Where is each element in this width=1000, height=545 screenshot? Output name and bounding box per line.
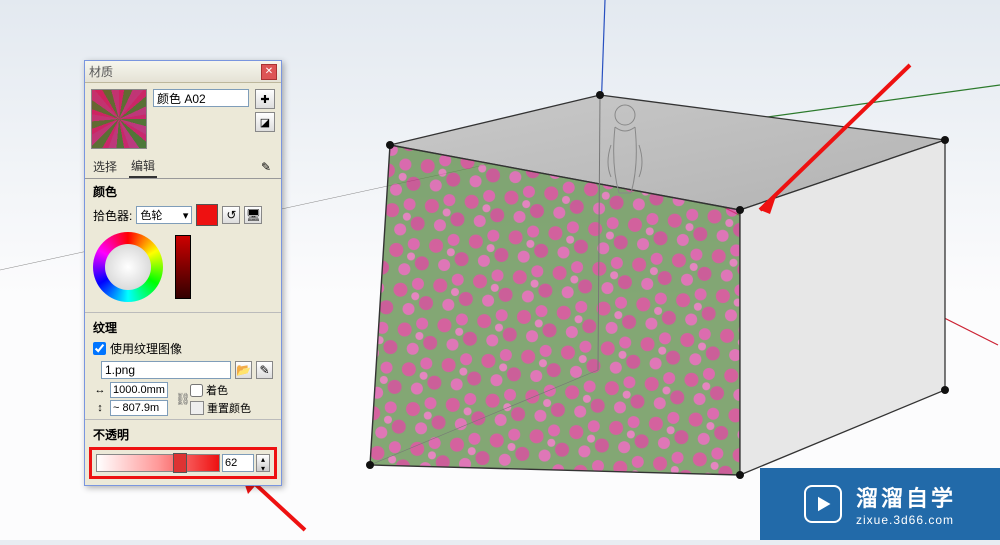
create-material-button[interactable]: ✚ [255,89,275,109]
match-screen-button[interactable]: 🖥 [244,206,262,224]
height-icon: ↕ [93,402,107,414]
value-slider[interactable] [175,235,191,299]
texture-height-input[interactable] [110,400,168,416]
reset-color-label: 重置颜色 [207,400,251,416]
texture-file-input[interactable] [101,361,231,379]
use-texture-label: 使用纹理图像 [110,340,182,357]
texture-heading: 纹理 [85,315,281,338]
spinner-down-icon[interactable]: ▾ [257,464,269,473]
browse-texture-button[interactable]: 📂 [235,361,252,379]
chevron-down-icon: ▾ [183,209,189,222]
opacity-slider-thumb[interactable] [173,453,187,473]
opacity-spinner[interactable]: ▴ ▾ [256,454,270,472]
colorize-checkbox[interactable] [190,384,203,397]
watermark: 溜溜自学 zixue.3d66.com [760,468,1000,540]
picker-label: 拾色器: [93,207,132,224]
picker-select[interactable]: 色轮 ▾ [136,206,192,224]
material-thumbnail[interactable] [91,89,147,149]
close-icon[interactable]: ✕ [261,64,277,80]
opacity-input[interactable] [222,454,254,472]
materials-panel: 材质 ✕ ✚ ◪ 选择 编辑 ✎ 颜色 拾色器: 色轮 ▾ ↺ 🖥 纹理 使用纹 [84,60,282,486]
width-icon: ↔ [93,384,107,396]
watermark-play-icon [804,485,842,523]
opacity-heading: 不透明 [85,422,281,445]
color-heading: 颜色 [85,179,281,202]
material-name-input[interactable] [153,89,249,107]
undo-color-button[interactable]: ↺ [222,206,240,224]
aspect-link-icon[interactable]: ⛓ [176,385,190,413]
colorize-label: 着色 [206,382,228,398]
spinner-up-icon[interactable]: ▴ [257,455,269,464]
reset-color-swatch[interactable] [190,401,204,415]
use-texture-checkbox[interactable] [93,342,106,355]
panel-titlebar[interactable]: 材质 ✕ [85,61,281,83]
tab-edit[interactable]: 编辑 [129,155,157,178]
tab-select[interactable]: 选择 [91,156,119,177]
texture-width-input[interactable] [110,382,168,398]
color-swatch[interactable] [196,204,218,226]
panel-title: 材质 [89,63,261,80]
watermark-brand: 溜溜自学 [856,481,956,513]
picker-select-value: 色轮 [140,207,162,223]
hue-wheel[interactable] [93,232,163,302]
watermark-url: zixue.3d66.com [856,513,954,527]
opacity-highlight-box: ▴ ▾ [89,447,277,479]
edit-texture-button[interactable]: ✎ [256,361,273,379]
set-default-button[interactable]: ◪ [255,112,275,132]
eyedropper-icon[interactable]: ✎ [257,158,275,176]
opacity-slider[interactable] [96,454,220,472]
